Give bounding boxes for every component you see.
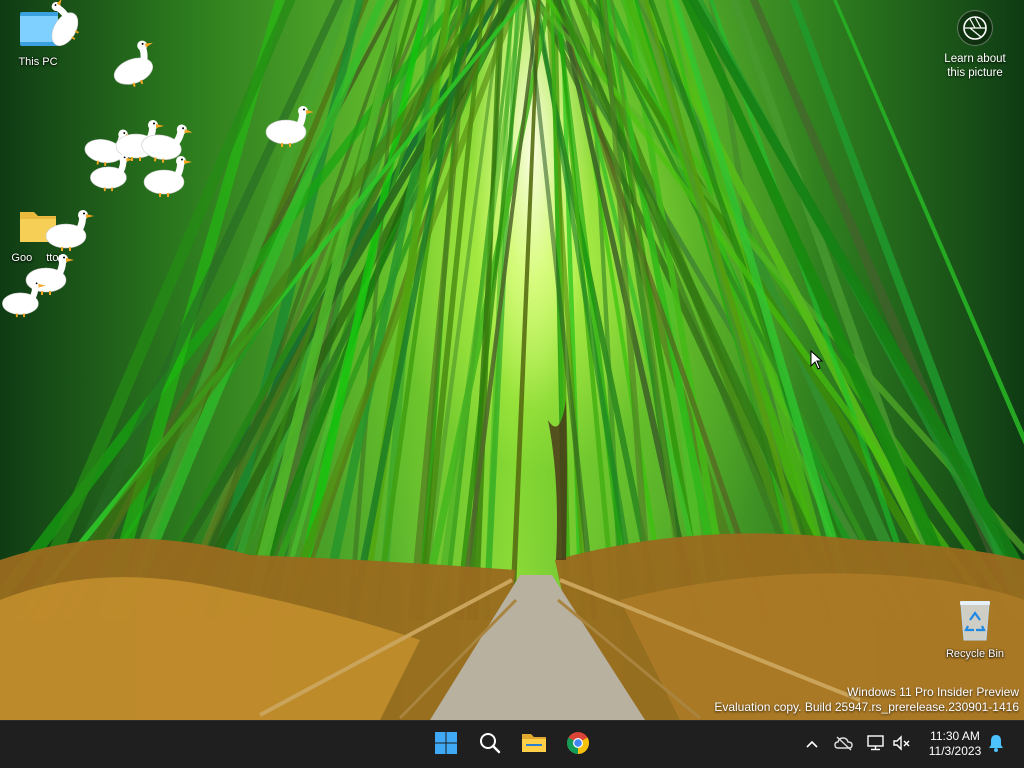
camera-aperture-icon — [957, 10, 993, 46]
search-button[interactable] — [472, 727, 508, 763]
spotlight-label-line2: this picture — [947, 67, 1003, 79]
notifications-button[interactable] — [986, 734, 1006, 757]
clock-button[interactable]: 11:30 AM 11/3/2023 — [918, 729, 992, 759]
spotlight-label-line1: Learn about — [944, 53, 1006, 65]
recycle-bin-icon — [937, 598, 1013, 645]
search-icon — [478, 731, 502, 760]
onedrive-offline-icon — [834, 735, 854, 756]
bell-icon — [988, 734, 1004, 757]
onedrive-status-button[interactable] — [834, 735, 854, 755]
evaluation-watermark: Windows 11 Pro Insider Preview Evaluatio… — [714, 685, 1019, 715]
goose-icon — [0, 278, 49, 322]
clock-date: 11/3/2023 — [928, 744, 982, 758]
show-hidden-icons-button[interactable] — [802, 735, 822, 755]
bamboo-forest-scene — [0, 0, 1024, 720]
desktop-wallpaper — [0, 0, 1024, 720]
goose-icon — [87, 152, 137, 196]
network-button[interactable] — [866, 734, 886, 757]
windows-logo-icon — [434, 731, 458, 760]
start-button[interactable] — [428, 727, 464, 763]
desktop-icon-label: Recycle Bin — [945, 648, 1005, 660]
goose-icon — [42, 208, 98, 257]
taskbar: 11:30 AM 11/3/2023 — [0, 720, 1024, 768]
file-explorer-button[interactable] — [516, 727, 552, 763]
file-explorer-icon — [521, 731, 547, 760]
desktop-icon-recycle-bin[interactable]: Recycle Bin — [937, 598, 1013, 661]
volume-muted-icon — [892, 734, 912, 757]
goose-icon — [140, 154, 196, 203]
watermark-line2: Evaluation copy. Build 25947.rs_prerelea… — [714, 700, 1019, 714]
chevron-up-icon — [805, 736, 819, 754]
goose-icon — [262, 104, 318, 153]
tree-trunk — [548, 400, 567, 560]
watermark-line1: Windows 11 Pro Insider Preview — [847, 685, 1019, 699]
volume-button[interactable] — [892, 734, 912, 757]
mouse-cursor-icon — [810, 349, 824, 375]
desktop-icon-label: This PC — [18, 56, 58, 68]
chrome-icon — [566, 731, 590, 760]
network-icon — [866, 734, 886, 757]
clock-time: 11:30 AM — [930, 729, 980, 743]
learn-about-picture-button[interactable]: Learn about this picture — [936, 10, 1014, 80]
chrome-button[interactable] — [560, 727, 596, 763]
